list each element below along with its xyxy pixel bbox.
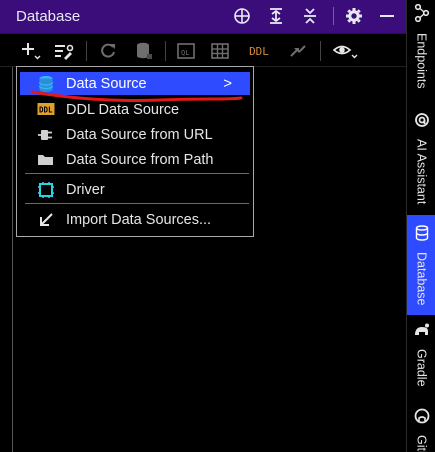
tool-window-header: Database <box>0 0 406 34</box>
svg-text:DDL: DDL <box>39 105 53 114</box>
menu-item-label: Driver <box>66 181 105 198</box>
db-schema-icon[interactable] <box>133 40 155 62</box>
ddl-label: DDL <box>249 44 269 58</box>
collapse-all-icon[interactable] <box>300 6 320 26</box>
table-icon[interactable] <box>209 40 231 62</box>
menu-item-driver[interactable]: Driver <box>20 178 250 201</box>
menu-separator <box>25 203 249 204</box>
database-toolbar: QL DDL <box>0 34 406 67</box>
data-source-properties-icon[interactable] <box>52 40 74 62</box>
view-options-icon[interactable] <box>332 40 360 62</box>
svg-text:QL: QL <box>181 49 189 57</box>
tool-window-gradle[interactable]: Gradle <box>407 322 435 392</box>
red-underline-annotation <box>30 90 243 103</box>
tool-window-label: Gith <box>414 435 429 452</box>
database-tool-window: Database QL DDL Data Source > DDL DDL Da… <box>0 0 435 452</box>
menu-item-label: Import Data Sources... <box>66 211 212 228</box>
menu-item-label: Data Source from URL <box>66 126 213 143</box>
folder-icon <box>37 151 55 169</box>
menu-item-data-source-from-url[interactable]: Data Source from URL <box>20 123 250 146</box>
github-icon <box>414 408 430 429</box>
plug-icon <box>37 126 55 144</box>
ai-icon <box>414 112 430 133</box>
tool-window-github[interactable]: Gith <box>407 408 435 452</box>
menu-item-data-source-from-path[interactable]: Data Source from Path <box>20 148 250 171</box>
tool-window-label: Gradle <box>414 349 429 387</box>
globe-icon[interactable] <box>232 6 252 26</box>
gear-icon[interactable] <box>344 6 364 26</box>
tool-window-title: Database <box>16 8 81 25</box>
tool-window-database[interactable]: Database <box>407 215 435 315</box>
import-arrow-icon <box>37 211 55 229</box>
expand-all-icon[interactable] <box>266 6 286 26</box>
toolbar-separator <box>165 41 166 61</box>
header-separator <box>333 7 334 25</box>
tree-gutter-line <box>12 67 13 452</box>
ddl-icon[interactable]: DDL <box>244 40 274 62</box>
jump-icon[interactable] <box>287 40 309 62</box>
menu-item-import-data-sources[interactable]: Import Data Sources... <box>20 208 250 231</box>
tool-window-label: Endpoints <box>414 33 429 89</box>
query-console-icon[interactable]: QL <box>175 40 197 62</box>
menu-item-label: Data Source from Path <box>66 151 214 168</box>
add-icon[interactable] <box>20 40 42 62</box>
tool-window-endpoints[interactable]: Endpoints <box>407 3 435 98</box>
tool-window-label: AI Assistant <box>414 139 429 205</box>
toolbar-separator <box>86 41 87 61</box>
minimize-icon[interactable] <box>377 6 397 26</box>
tool-window-ai-assistant[interactable]: AI Assistant <box>407 112 435 212</box>
right-tool-strip: Endpoints AI Assistant Database Gradle G <box>406 0 435 452</box>
toolbar-separator <box>320 41 321 61</box>
menu-separator <box>25 173 249 174</box>
tool-window-label: Database <box>414 252 429 306</box>
endpoints-icon <box>414 3 430 27</box>
database-icon <box>415 225 429 246</box>
refresh-icon[interactable] <box>97 40 119 62</box>
gradle-icon <box>413 322 431 343</box>
driver-icon <box>37 181 55 199</box>
